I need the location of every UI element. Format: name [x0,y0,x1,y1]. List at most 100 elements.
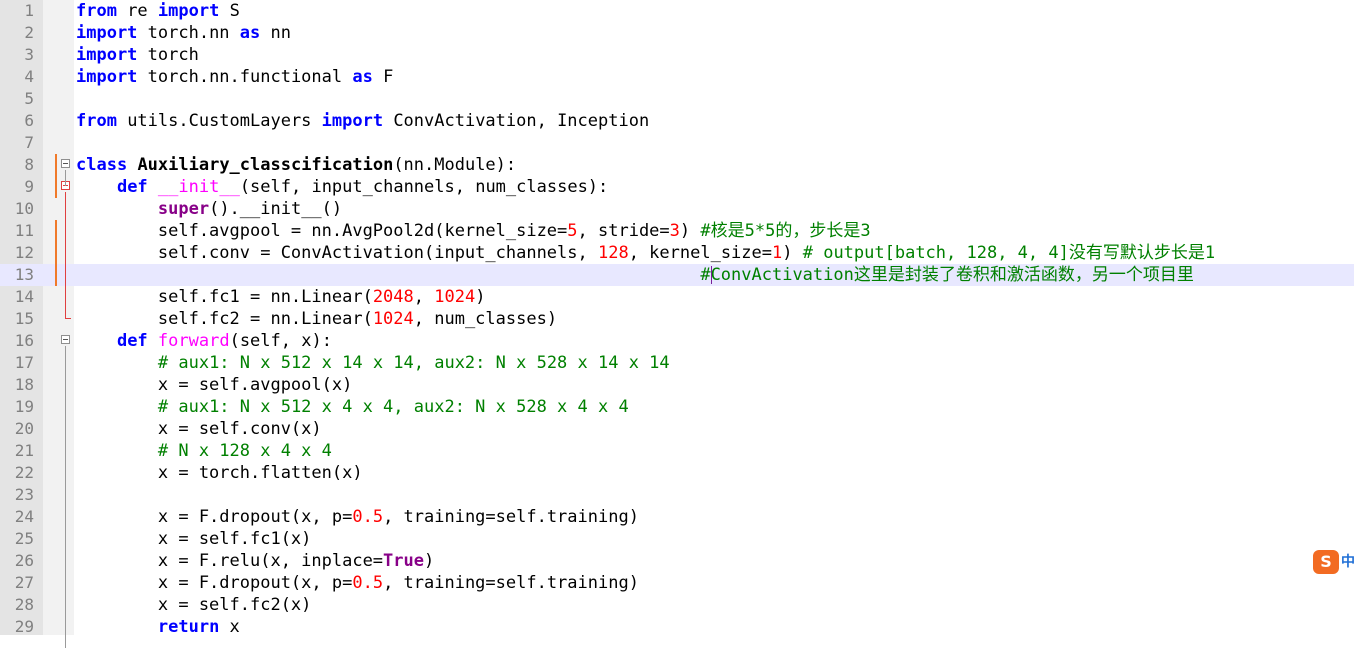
code-token: 1 [772,243,783,263]
code-line[interactable]: 10 super().__init__() [0,198,1354,220]
code-line[interactable]: 15 self.fc2 = nn.Linear(1024, num_classe… [0,308,1354,330]
code-text[interactable]: x = self.conv(x) [76,418,322,440]
code-line[interactable]: 7 [0,132,1354,154]
fold-toggle-icon[interactable] [61,159,70,168]
current-code-line[interactable]: 13 #ConvActivation这里是封装了卷积和激活函数，另一个项目里 [0,264,1354,286]
code-line[interactable]: 4 import torch.nn.functional as F [0,66,1354,88]
code-token: , training=self.training) [383,573,639,593]
code-line[interactable]: 3 import torch [0,44,1354,66]
code-token: ) [424,551,435,571]
code-text[interactable]: x = self.fc2(x) [76,594,312,616]
line-number: 6 [24,111,34,130]
code-line[interactable]: 14 self.fc1 = nn.Linear(2048, 1024) [0,286,1354,308]
code-text[interactable]: def forward(self, x): [76,330,332,352]
code-line[interactable]: 24 x = F.dropout(x, p=0.5, training=self… [0,506,1354,528]
code-text[interactable]: # aux1: N x 512 x 4 x 4, aux2: N x 528 x… [76,396,629,418]
line-number: 14 [14,287,34,306]
code-comment: #核是5*5的，步长是3 [700,221,871,241]
code-line[interactable]: 26 x = F.relu(x, inplace=True) [0,550,1354,572]
code-text[interactable]: self.fc2 = nn.Linear(1024, num_classes) [76,308,557,330]
code-line[interactable]: 25 x = self.fc1(x) [0,528,1354,550]
code-line[interactable]: 8 class Auxiliary_classcification(nn.Modu… [0,154,1354,176]
change-marker [55,154,57,176]
code-text[interactable]: self.fc1 = nn.Linear(2048, 1024) [76,286,486,308]
code-token: , num_classes) [413,309,558,329]
code-text[interactable]: import torch.nn as nn [76,22,291,44]
code-text[interactable]: x = F.dropout(x, p=0.5, training=self.tr… [76,506,639,528]
code-line[interactable]: 27 x = F.dropout(x, p=0.5, training=self… [0,572,1354,594]
line-number: 17 [14,353,34,372]
code-text[interactable]: x = self.fc1(x) [76,528,312,550]
code-line[interactable]: 20 x = self.conv(x) [0,418,1354,440]
code-line[interactable]: 16 def forward(self, x): [0,330,1354,352]
code-token: ) [782,243,803,263]
code-text[interactable]: #ConvActivation这里是封装了卷积和激活函数，另一个项目里 [76,264,1194,286]
code-text[interactable]: import torch [76,44,199,66]
code-comment: # output[batch, 128, 4, 4]没有写默认步长是1 [802,243,1216,263]
code-text[interactable]: x = F.dropout(x, p=0.5, training=self.tr… [76,572,639,594]
code-line[interactable]: 6 from utils.CustomLayers import ConvActi… [0,110,1354,132]
line-number: 4 [24,67,34,86]
code-token: x = F.dropout(x, p= [76,507,353,527]
code-text[interactable]: x = self.avgpool(x) [76,374,352,396]
code-text[interactable]: self.avgpool = nn.AvgPool2d(kernel_size=… [76,220,871,242]
code-text[interactable]: class Auxiliary_classcification(nn.Modul… [76,154,516,176]
code-line[interactable]: 19 # aux1: N x 512 x 4 x 4, aux2: N x 52… [0,396,1354,418]
code-line[interactable]: 18 x = self.avgpool(x) [0,374,1354,396]
line-number: 2 [24,23,34,42]
code-text[interactable]: def __init__(self, input_channels, num_c… [76,176,608,198]
code-text[interactable]: import torch.nn.functional as F [76,66,393,88]
line-number: 9 [24,177,34,196]
code-line[interactable]: 12 self.conv = ConvActivation(input_chan… [0,242,1354,264]
code-line[interactable]: 5 [0,88,1354,110]
code-text[interactable]: x = torch.flatten(x) [76,462,363,484]
code-token: ().__init__() [209,199,343,219]
code-text[interactable]: from re import S [76,0,240,22]
code-line[interactable]: 22 x = torch.flatten(x) [0,462,1354,484]
code-token: 0.5 [352,507,384,527]
code-token: 128 [597,243,629,263]
code-token: x [219,617,240,637]
code-text[interactable]: from utils.CustomLayers import ConvActiv… [76,110,649,132]
code-token: , kernel_size= [628,243,772,263]
code-token: torch.nn.functional [137,67,353,87]
line-number: 20 [14,419,34,438]
code-token: (self, input_channels, num_classes): [239,177,609,197]
code-token: torch [137,45,199,65]
code-line[interactable]: 11 self.avgpool = nn.AvgPool2d(kernel_si… [0,220,1354,242]
code-token: 0.5 [352,573,384,593]
code-line[interactable]: 17 # aux1: N x 512 x 14 x 14, aux2: N x … [0,352,1354,374]
code-editor[interactable]: 1 from re import S 2 import torch.nn as nn 3… [0,0,1354,648]
code-text[interactable]: super().__init__() [76,198,342,220]
ime-mode-label[interactable]: 中 [1341,552,1354,572]
code-token: 1024 [434,287,476,307]
code-token: import [76,23,138,43]
code-line[interactable]: 28 x = self.fc2(x) [0,594,1354,616]
code-line[interactable]: 23 [0,484,1354,506]
sogou-ime-icon[interactable]: S [1313,550,1339,574]
change-marker [55,176,57,198]
code-line[interactable]: 1 from re import S [0,0,1354,22]
code-line[interactable]: 9 def __init__(self, input_channels, num… [0,176,1354,198]
code-text[interactable]: # aux1: N x 512 x 14 x 14, aux2: N x 528… [76,352,670,374]
line-number: 26 [14,551,34,570]
code-token: def [116,331,148,351]
code-text[interactable]: # N x 128 x 4 x 4 [76,440,332,462]
code-token: x = self.fc1(x) [76,529,312,549]
code-token: x = torch.flatten(x) [76,463,363,483]
code-text[interactable]: x = F.relu(x, inplace=True) [76,550,434,572]
code-token: (nn.Module): [393,155,517,175]
code-line[interactable]: 2 import torch.nn as nn [0,22,1354,44]
code-text[interactable]: self.conv = ConvActivation(input_channel… [76,242,1215,264]
code-line[interactable]: 21 # N x 128 x 4 x 4 [0,440,1354,462]
code-token: 1024 [372,309,414,329]
code-token: self.conv = ConvActivation(input_channel… [76,243,598,263]
fold-toggle-icon[interactable] [61,335,70,344]
code-token: nn [260,23,291,43]
code-token: , training=self.training) [383,507,639,527]
line-number: 7 [24,133,34,152]
code-token: F [372,67,394,87]
code-token: return [157,617,220,637]
